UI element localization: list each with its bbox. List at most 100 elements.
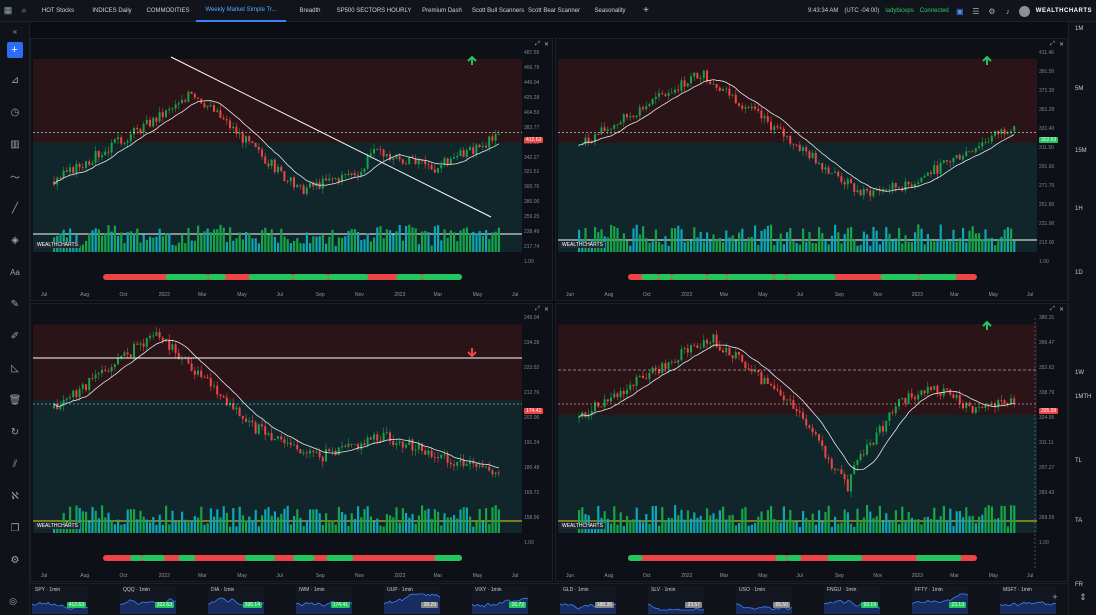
volume-bar [289, 524, 292, 533]
candle-body [734, 352, 737, 359]
trend-icon[interactable]: 〜 [0, 160, 30, 192]
pattern-icon[interactable]: ℵ [0, 480, 30, 512]
add-tab-icon[interactable]: + [638, 3, 654, 19]
target-icon[interactable]: ◎ [6, 594, 20, 608]
candle-body [926, 172, 929, 176]
indicator-icon[interactable]: ⫽ [0, 448, 30, 480]
shapes-icon[interactable]: ◈ [0, 224, 30, 256]
x-axis-tick: Jul [41, 573, 48, 579]
chart-pane-dia[interactable]: ⤢ ✕ 380.31 366.47 352.63 338.79 324.95 311.11 29… [555, 303, 1068, 582]
tab-seasonality[interactable]: Seasonality [582, 0, 638, 22]
candle-body [968, 151, 971, 153]
candle-body [91, 162, 94, 165]
timeframe-ta[interactable]: TA [1075, 518, 1082, 524]
ticker-item[interactable]: DIA · 1min 336.14 [208, 586, 264, 614]
chart-pane-qqq[interactable]: ⤢ ✕ 411.46 391.50 371.30 351.28 331.40 311.50 29… [555, 38, 1068, 301]
candle-body [712, 334, 715, 343]
text-tool-icon[interactable]: Aa [0, 256, 30, 288]
timeframe-5m[interactable]: 5M [1075, 86, 1083, 92]
volume-bar [875, 230, 878, 252]
grid-icon[interactable]: ▦ [0, 3, 16, 19]
ticker-item[interactable]: SLV · 1min 23.57 [648, 586, 704, 614]
ticker-item[interactable]: SPY · 1min 412.63 [32, 586, 88, 614]
timezone[interactable]: (UTC -04:00) [844, 8, 879, 14]
tab-breadth[interactable]: Breadth [286, 0, 334, 22]
brush-icon[interactable]: ✐ [0, 320, 30, 352]
timeframe-1m[interactable]: 1M [1075, 26, 1083, 32]
y-axis-tick: 371.30 [1039, 88, 1055, 94]
timeframe-1d[interactable]: 1D [1075, 270, 1083, 276]
expand-icon[interactable]: ⇕ [1076, 590, 1090, 604]
layout-icon[interactable]: ☰ [971, 6, 981, 16]
user-status[interactable]: ladybiceps [885, 8, 913, 14]
candle-body [709, 81, 712, 84]
volume-bar [344, 514, 347, 533]
timeframe-15m[interactable]: 15M [1075, 148, 1087, 154]
tab-weekly-market-simple-tr[interactable]: Weekly Market Simple Tr... [196, 0, 286, 22]
volume-bar [110, 231, 113, 252]
avatar[interactable] [1018, 5, 1030, 17]
volume-bar [430, 245, 433, 252]
clock-icon[interactable]: ◷ [0, 96, 30, 128]
volume-bar [840, 243, 843, 252]
candle-body [811, 152, 814, 159]
trash-icon[interactable]: 🗑 [0, 384, 30, 416]
sparkline [736, 603, 792, 614]
tab-sp500-sectors-hourly[interactable]: SP500 SECTORS HOURLY [334, 0, 414, 22]
candle-body [994, 131, 996, 136]
line-tool-icon[interactable]: ╱ [0, 192, 30, 224]
tab-scott-bear-scanner[interactable]: Scott Bear Scanner [526, 0, 582, 22]
tab-scott-bull-scanners[interactable]: Scott Bull Scanners [470, 0, 526, 22]
chart-pane-iwm[interactable]: ⤢ ✕ 245.04 234.28 223.52 212.76 202.00 191.24 18… [30, 303, 553, 582]
ticker-item[interactable]: QQQ · 1min 322.63 [120, 586, 176, 614]
volume-bar [216, 509, 219, 533]
volume-bar [846, 512, 849, 533]
tab-indices-daily[interactable]: INDICES Daily [84, 0, 140, 22]
ruler-icon[interactable]: ◺ [0, 352, 30, 384]
candle-body [974, 148, 977, 152]
refresh-icon[interactable]: ↻ [0, 416, 30, 448]
ticker-item[interactable]: FFTY · 1min 23.13 [912, 586, 968, 614]
ticker-item[interactable]: USO · 1min 65.50 [736, 586, 792, 614]
settings-icon[interactable]: ⚙ [987, 6, 997, 16]
candle-body [667, 93, 670, 96]
add-ticker-icon[interactable]: + [1048, 590, 1062, 604]
volume-bar [254, 238, 257, 252]
timeframe-tl[interactable]: TL [1075, 458, 1082, 464]
volume-bar [177, 521, 180, 533]
candle-body [350, 443, 353, 445]
tab-hot-stocks[interactable]: HOT Stocks [32, 0, 84, 22]
ticker-item[interactable]: FNGU · 1min 93.19 [824, 586, 880, 614]
volume-bar [155, 236, 158, 252]
timeframe-1mth[interactable]: 1MTH [1075, 394, 1091, 400]
tab-commodities[interactable]: COMMODITIES [140, 0, 196, 22]
timeframe-1w[interactable]: 1W [1075, 370, 1084, 376]
calendar-icon[interactable]: ▥ [0, 128, 30, 160]
save-icon[interactable]: ▣ [955, 6, 965, 16]
candle-body [798, 411, 801, 413]
ticker-item[interactable]: GLD · 1min 188.35 [560, 586, 616, 614]
candle-body [152, 117, 155, 127]
ticker-item[interactable]: UUP · 1min 28.29 [384, 586, 440, 614]
volume-bar [286, 239, 289, 252]
collapse-icon[interactable]: « [0, 22, 30, 40]
candle-body [251, 420, 254, 423]
timeframe-fr[interactable]: FR [1075, 582, 1083, 588]
ticker-item[interactable]: VIXY · 1min 16.72 [472, 586, 528, 614]
candle-body [738, 103, 740, 106]
pencil-icon[interactable]: ✎ [0, 288, 30, 320]
ticker-item[interactable]: IWM · 1min 174.41 [296, 586, 352, 614]
bell-icon[interactable]: ♪ [1003, 6, 1013, 16]
candle-body [642, 107, 644, 110]
candle-body [430, 164, 433, 170]
search-icon[interactable]: ⌕ [16, 3, 32, 19]
timeframe-1h[interactable]: 1H [1075, 206, 1083, 212]
volume-bar [232, 508, 235, 533]
volume-bar [805, 517, 808, 533]
tab-premium-dash[interactable]: Premium Dash [414, 0, 470, 22]
copy-icon[interactable]: ❐ [0, 512, 30, 544]
chart-type-icon[interactable]: ⊿ [0, 64, 30, 96]
add-chart-button[interactable]: + [6, 42, 23, 58]
chart-pane-spy[interactable]: ⤢✕487.55466.79446.04425.28404.53383.7736… [30, 38, 553, 301]
settings-small-icon[interactable]: ⚙ [0, 544, 30, 576]
